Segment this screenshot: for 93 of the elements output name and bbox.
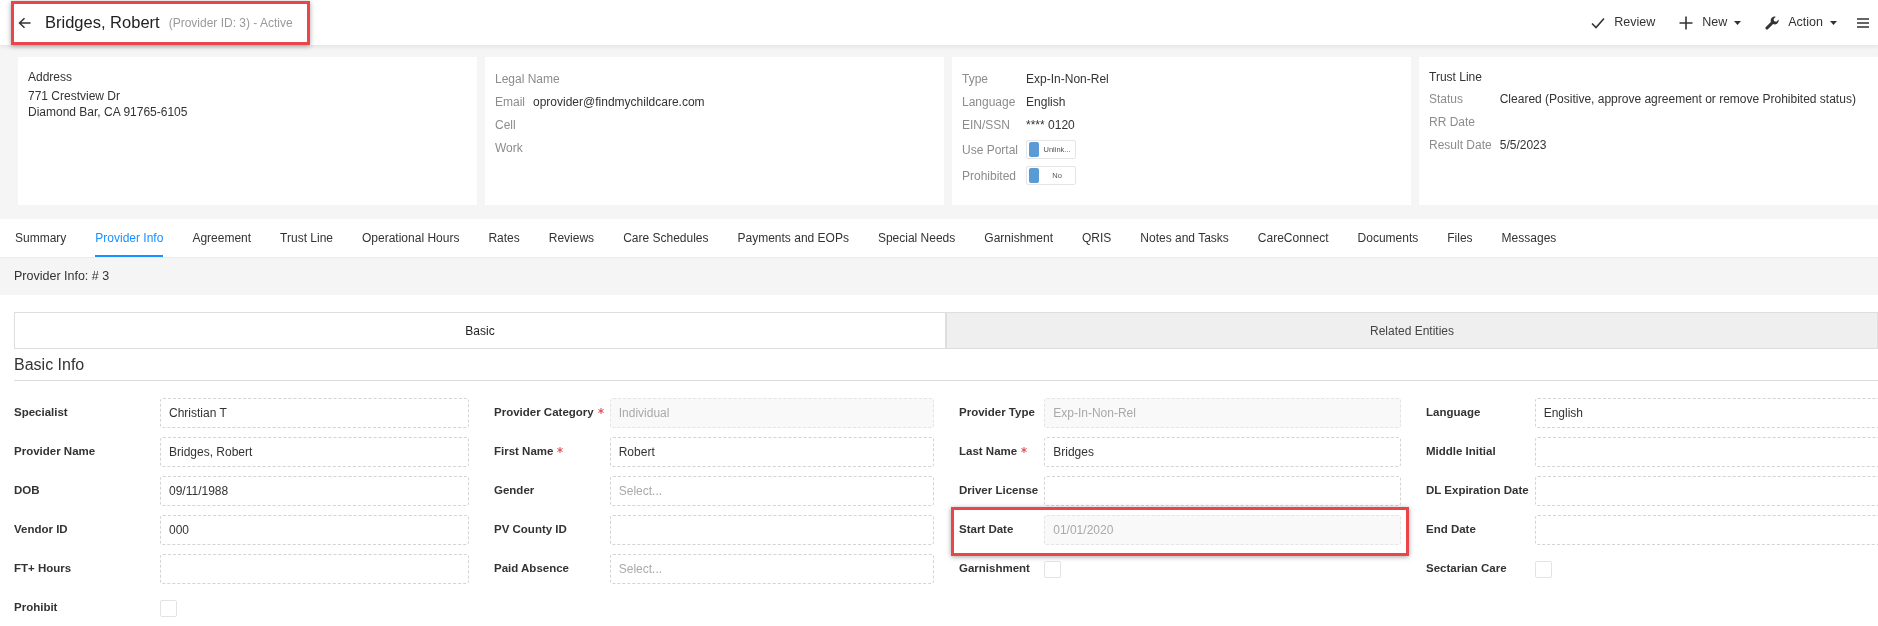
tab[interactable]: Reviews xyxy=(548,219,595,257)
section-heading: Basic Info xyxy=(14,354,85,375)
checkbox[interactable] xyxy=(1044,560,1062,578)
field-label: Vendor ID xyxy=(14,522,68,538)
field-label: Specialist xyxy=(14,405,68,421)
field-label: First Name xyxy=(494,444,554,460)
input-field[interactable] xyxy=(1534,515,1878,545)
field-label: Start Date xyxy=(959,522,1014,538)
field-label: Language xyxy=(1426,405,1481,421)
check-icon xyxy=(1591,15,1606,30)
toggle-knob xyxy=(1029,142,1040,157)
field-value: oprovider@findmychildcare.com xyxy=(533,94,706,110)
tab[interactable]: Trust Line xyxy=(280,219,333,257)
field-value: Cleared (Positive, approve agreement or remove Prohibited status) xyxy=(1499,91,1857,107)
card-title: Address xyxy=(28,69,74,85)
input-field[interactable] xyxy=(1534,476,1878,506)
toolbar-button[interactable]: Review xyxy=(1587,13,1660,32)
address-line: 771 Crestview Dr xyxy=(28,88,122,104)
field-label: Language xyxy=(962,94,1017,110)
section-tab[interactable]: Related Entities xyxy=(946,312,1878,349)
back-arrow-icon[interactable] xyxy=(18,16,31,29)
input-field[interactable]: 09/11/1988 xyxy=(160,476,469,506)
field-label: FT+ Hours xyxy=(14,561,72,577)
tab[interactable]: Files xyxy=(1447,219,1473,257)
input-field[interactable] xyxy=(160,554,469,584)
tab[interactable]: Agreement xyxy=(192,219,252,257)
field-label: Sectarian Care xyxy=(1426,561,1507,577)
field-label: Type xyxy=(962,71,989,87)
field-label: Result Date xyxy=(1429,137,1492,153)
card-title: Trust Line xyxy=(1429,69,1483,85)
field-value: **** 0120 xyxy=(1026,117,1076,133)
field-label: Last Name xyxy=(959,444,1018,460)
page-subtitle: (Provider ID: 3) - Active xyxy=(168,14,293,32)
field-label: Cell xyxy=(495,117,517,133)
input-field[interactable]: Select... xyxy=(609,554,934,584)
field-label: RR Date xyxy=(1429,114,1476,130)
tab[interactable]: Rates xyxy=(488,219,520,257)
field-value: Exp-In-Non-Rel xyxy=(1026,71,1110,87)
input-field[interactable]: Bridges, Robert xyxy=(160,437,469,467)
tab[interactable]: Operational Hours xyxy=(362,219,460,257)
input-field[interactable]: Christian T xyxy=(160,398,469,428)
tab[interactable]: CareConnect xyxy=(1257,219,1329,257)
menu-icon[interactable] xyxy=(1857,17,1869,28)
tab[interactable]: QRIS xyxy=(1082,219,1112,257)
field-label: Driver License xyxy=(959,483,1039,499)
input-field[interactable]: Bridges xyxy=(1044,437,1401,467)
field-label: Provider Type xyxy=(959,405,1035,421)
tab[interactable]: Notes and Tasks xyxy=(1140,219,1229,257)
field-value: English xyxy=(1026,94,1067,110)
section-tab[interactable]: Basic xyxy=(14,312,946,349)
field-label: End Date xyxy=(1426,522,1476,538)
field-label: Provider Name xyxy=(14,444,96,460)
tab[interactable]: Special Needs xyxy=(877,219,956,257)
tab[interactable]: Messages xyxy=(1501,219,1557,257)
tab[interactable]: Garnishment xyxy=(984,219,1053,257)
field-label: Prohibited xyxy=(962,167,1018,184)
field-label: Garnishment xyxy=(959,561,1030,577)
field-label: Use Portal xyxy=(962,141,1019,158)
input-field[interactable] xyxy=(1044,476,1401,506)
field-label: Work xyxy=(495,140,524,156)
input-field[interactable]: 000 xyxy=(160,515,469,545)
toolbar-button[interactable]: New xyxy=(1675,13,1746,32)
toggle-knob xyxy=(1029,168,1040,183)
field-label: Legal Name xyxy=(495,71,561,87)
tab[interactable]: Documents xyxy=(1357,219,1419,257)
checkbox[interactable] xyxy=(160,599,177,617)
checkbox[interactable] xyxy=(1534,560,1552,578)
input-field[interactable]: Robert xyxy=(609,437,934,467)
page-title: Bridges, Robert xyxy=(45,12,160,34)
field-label: Paid Absence xyxy=(494,561,569,577)
tab[interactable]: Care Schedules xyxy=(623,219,709,257)
field-label: PV County ID xyxy=(494,522,567,538)
field-label: Middle Initial xyxy=(1426,444,1496,460)
field-label: Gender xyxy=(494,483,535,499)
input-field[interactable] xyxy=(1534,437,1878,467)
breadcrumb: Provider Info: # 3 xyxy=(14,268,110,286)
field-label: Prohibit xyxy=(14,600,58,616)
field-label: DOB xyxy=(14,483,40,499)
field-label: Provider Category xyxy=(494,405,594,421)
input-field[interactable]: Select... xyxy=(609,476,934,506)
input-field[interactable] xyxy=(609,515,934,545)
field-value: 5/5/2023 xyxy=(1499,137,1548,153)
field-label: Status xyxy=(1429,91,1465,107)
toolbar-button[interactable]: Action xyxy=(1761,13,1841,32)
field-label: Email xyxy=(495,94,525,110)
field-label: EIN/SSN xyxy=(962,117,1011,133)
plus-icon xyxy=(1679,15,1694,30)
tab[interactable]: Summary xyxy=(15,219,67,257)
field-label: DL Expiration Date xyxy=(1426,483,1529,499)
address-line: Diamond Bar, CA 91765-6105 xyxy=(28,104,189,120)
wrench-icon xyxy=(1765,15,1780,30)
tab[interactable]: Payments and EOPs xyxy=(737,219,849,257)
input-field[interactable]: English xyxy=(1534,398,1878,428)
